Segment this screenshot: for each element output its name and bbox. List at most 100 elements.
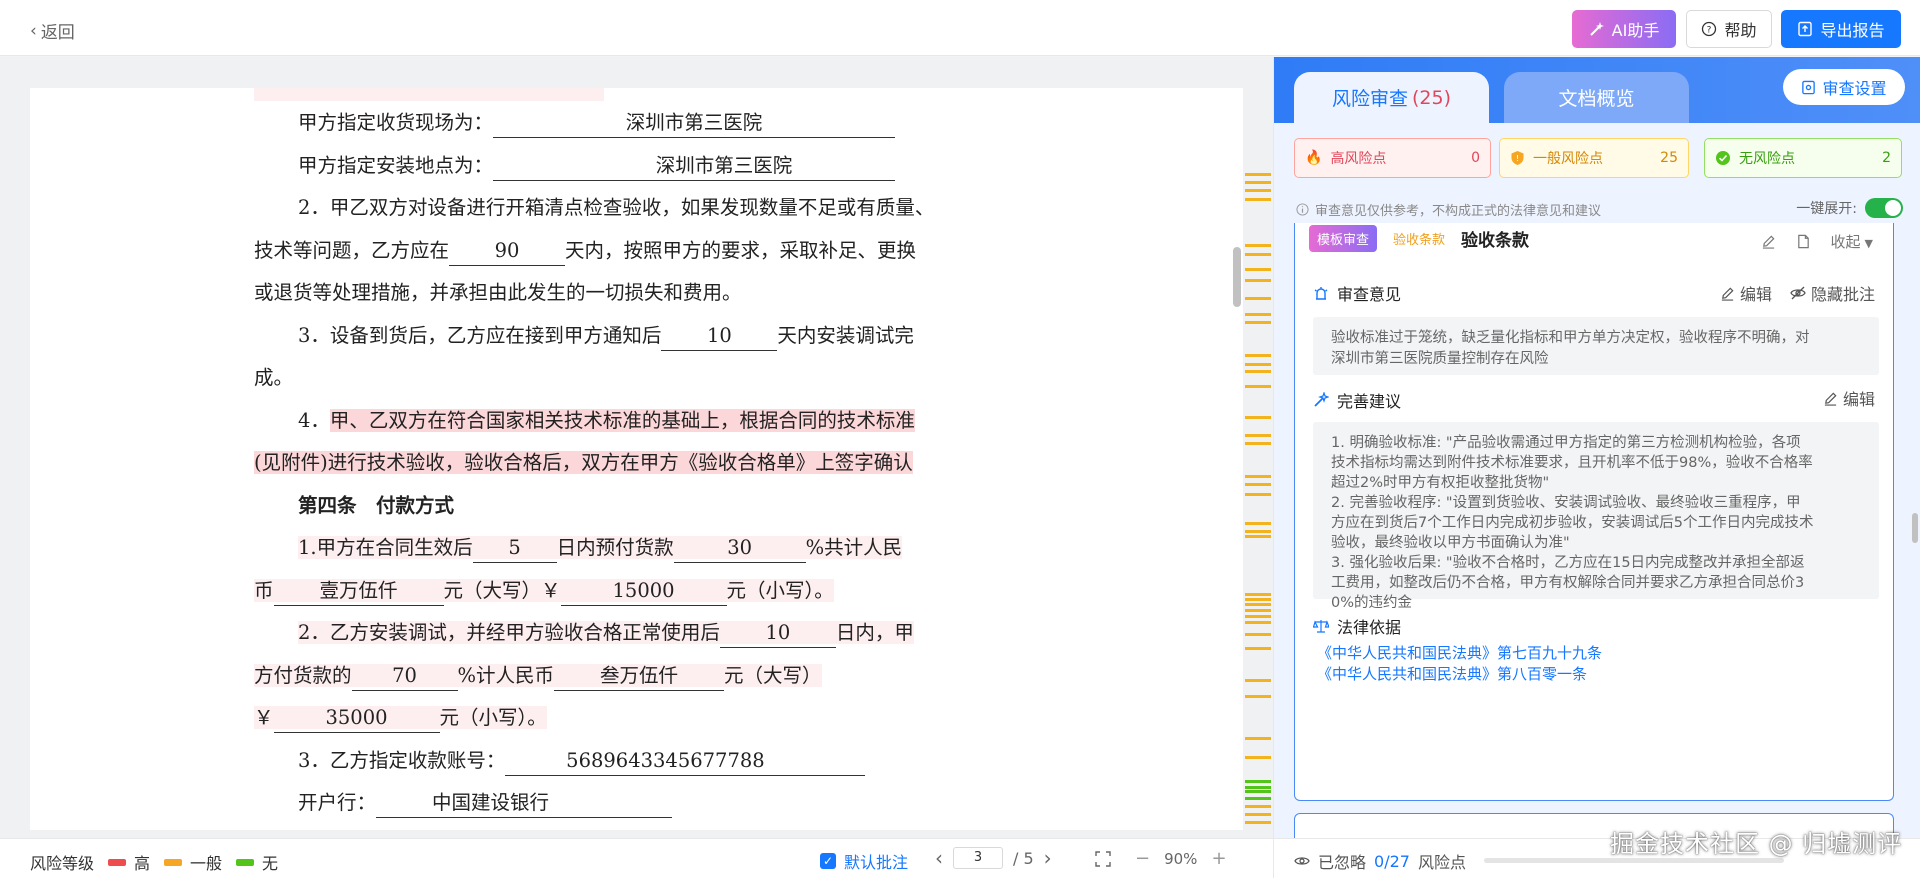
- zoom-level: 90%: [1164, 849, 1198, 868]
- panel-header: 风险审查 (25) 文档概览 审查设置: [1274, 57, 1920, 123]
- risk-marker[interactable]: [1245, 475, 1271, 478]
- risk-marker[interactable]: [1245, 679, 1271, 682]
- next-page-button[interactable]: ›: [1044, 846, 1052, 870]
- risk-marker[interactable]: [1245, 530, 1271, 533]
- risk-marker[interactable]: [1245, 695, 1271, 698]
- receive-location-line: 甲方指定收货现场为： 深圳市第三医院: [254, 102, 1034, 145]
- svg-text:!: !: [1516, 154, 1519, 163]
- risk-marker[interactable]: [1245, 442, 1271, 445]
- edit-opinion-button[interactable]: 编辑: [1720, 281, 1772, 305]
- prev-page-button[interactable]: ‹: [935, 846, 943, 870]
- risk-marker[interactable]: [1245, 483, 1271, 486]
- document-scrollbar[interactable]: [1233, 247, 1241, 307]
- risk-marker[interactable]: [1245, 321, 1271, 324]
- high-risk-filter[interactable]: 🔥 高风险点 0: [1294, 138, 1491, 178]
- risk-marker[interactable]: [1245, 593, 1271, 596]
- highlighted-risk-text[interactable]: 甲、乙双方在符合国家相关技术标准的基础上，根据合同的技术标准: [329, 408, 915, 432]
- risk-level-legend: 风险等级 高 一般 无: [30, 850, 278, 874]
- legend-high-label: 高: [134, 854, 151, 873]
- risk-marker[interactable]: [1245, 535, 1271, 538]
- panel-scrollbar[interactable]: [1912, 513, 1918, 543]
- back-button[interactable]: ‹ 返回: [30, 18, 75, 44]
- clause-type-tag: 验收条款: [1393, 233, 1446, 248]
- law-link[interactable]: 《中华人民共和国民法典》第八百零一条: [1317, 664, 1602, 685]
- expand-all-toggle[interactable]: [1865, 198, 1903, 218]
- default-annotation-checkbox[interactable]: ✓ 默认批注: [820, 849, 908, 873]
- law-link[interactable]: 《中华人民共和国民法典》第七百九十九条: [1317, 643, 1602, 664]
- no-risk-filter[interactable]: 无风险点 2: [1704, 138, 1902, 178]
- clause-2-line-1: 2．甲乙双方对设备进行开箱清点检查验收，如果发现数量不足或有质量、: [298, 196, 935, 219]
- risk-marker[interactable]: [1245, 805, 1271, 808]
- suggestion-heading: 完善建议: [1313, 388, 1401, 412]
- risk-marker[interactable]: [1245, 198, 1271, 201]
- risk-marker[interactable]: [1245, 493, 1271, 496]
- risk-marker[interactable]: [1245, 756, 1271, 759]
- document-copy-icon[interactable]: [1796, 234, 1811, 249]
- risk-marker[interactable]: [1245, 780, 1271, 783]
- page-total: / 5: [1013, 848, 1034, 868]
- ignored-risks[interactable]: 已忽略 0/27 风险点: [1294, 849, 1466, 873]
- clause-4-line-1[interactable]: 4．甲、乙双方在符合国家相关技术标准的基础上，根据合同的技术标准: [254, 400, 1034, 443]
- risk-marker[interactable]: [1245, 173, 1271, 176]
- risk-marker[interactable]: [1245, 813, 1271, 816]
- legend-none-swatch: [236, 858, 255, 866]
- risk-marker[interactable]: [1245, 598, 1271, 601]
- risk-marker[interactable]: [1245, 181, 1271, 184]
- document-content: 甲方指定收货现场为： 深圳市第三医院 甲方指定安装地点为： 深圳市第三医院 2．甲乙…: [254, 88, 1034, 825]
- suggestion-actions: 编辑: [1823, 386, 1875, 410]
- risk-marker[interactable]: [1245, 189, 1271, 192]
- page-number-input[interactable]: 3: [953, 847, 1003, 869]
- risk-marker[interactable]: [1245, 633, 1271, 636]
- risk-review-panel: 风险审查 (25) 文档概览 审查设置 🔥 高风险点 0 ! 一般风险点 25 无…: [1273, 57, 1920, 878]
- install-location-line: 甲方指定安装地点为： 深圳市第三医院: [254, 145, 1034, 188]
- zoom-out-button[interactable]: −: [1135, 848, 1150, 869]
- risk-marker[interactable]: [1245, 737, 1271, 740]
- risk-marker[interactable]: [1245, 385, 1271, 388]
- risk-minimap[interactable]: [1242, 57, 1271, 877]
- risk-marker[interactable]: [1245, 797, 1271, 800]
- zoom-in-button[interactable]: +: [1211, 848, 1226, 869]
- risk-marker[interactable]: [1245, 615, 1271, 618]
- risk-marker[interactable]: [1245, 647, 1271, 650]
- help-button[interactable]: ? 帮助: [1686, 10, 1772, 48]
- export-report-button[interactable]: 导出报告: [1781, 10, 1901, 48]
- watermark: 掘金技术社区 @ 归墟测评: [1610, 830, 1903, 858]
- template-review-tag: 模板审查: [1309, 225, 1378, 252]
- review-settings-button[interactable]: 审查设置: [1783, 69, 1905, 105]
- risk-marker[interactable]: [1245, 416, 1271, 419]
- edit-pencil-icon[interactable]: [1761, 234, 1776, 249]
- hide-annotation-button[interactable]: 隐藏批注: [1790, 281, 1875, 305]
- risk-marker[interactable]: [1245, 297, 1271, 300]
- tab-risk-review[interactable]: 风险审查 (25): [1294, 72, 1489, 123]
- edit-suggestion-button[interactable]: 编辑: [1823, 386, 1875, 410]
- risk-marker[interactable]: [1245, 434, 1271, 437]
- highlighted-risk-text[interactable]: (见附件)进行技术验收，验收合格后，双方在甲方《验收合格单》上签字确认: [254, 451, 913, 474]
- risk-marker[interactable]: [1245, 268, 1271, 271]
- tab-document-overview[interactable]: 文档概览: [1504, 72, 1689, 123]
- clause-4-line-2[interactable]: (见附件)进行技术验收，验收合格后，双方在甲方《验收合格单》上签字确认: [254, 442, 1034, 485]
- risk-marker[interactable]: [1245, 621, 1271, 624]
- page-navigator: ‹ 3 / 5 ›: [935, 846, 1052, 870]
- risk-marker[interactable]: [1245, 354, 1271, 357]
- risk-marker[interactable]: [1245, 821, 1271, 824]
- medium-risk-filter[interactable]: ! 一般风险点 25: [1499, 138, 1689, 178]
- risk-marker[interactable]: [1245, 279, 1271, 282]
- legend-none-label: 无: [262, 854, 279, 873]
- risk-marker[interactable]: [1245, 609, 1271, 612]
- risk-marker[interactable]: [1245, 790, 1271, 793]
- risk-marker[interactable]: [1245, 363, 1271, 366]
- risk-marker[interactable]: [1245, 370, 1271, 373]
- document-page: 甲方指定收货现场为： 深圳市第三医院 甲方指定安装地点为： 深圳市第三医院 2．甲乙…: [30, 88, 1243, 830]
- risk-count: (25): [1412, 86, 1452, 109]
- risk-marker[interactable]: [1245, 244, 1271, 247]
- collapse-button[interactable]: 收起 ▼: [1831, 231, 1873, 252]
- fit-screen-icon[interactable]: [1095, 850, 1111, 867]
- risk-marker[interactable]: [1245, 253, 1271, 256]
- back-label: 返回: [40, 23, 75, 43]
- risk-marker[interactable]: [1245, 522, 1271, 525]
- ai-assistant-button[interactable]: AI助手: [1572, 10, 1676, 48]
- risk-marker[interactable]: [1245, 603, 1271, 606]
- risk-marker[interactable]: [1245, 786, 1271, 789]
- risk-marker[interactable]: [1245, 313, 1271, 316]
- expand-all-control: 一键展开:: [1796, 198, 1903, 218]
